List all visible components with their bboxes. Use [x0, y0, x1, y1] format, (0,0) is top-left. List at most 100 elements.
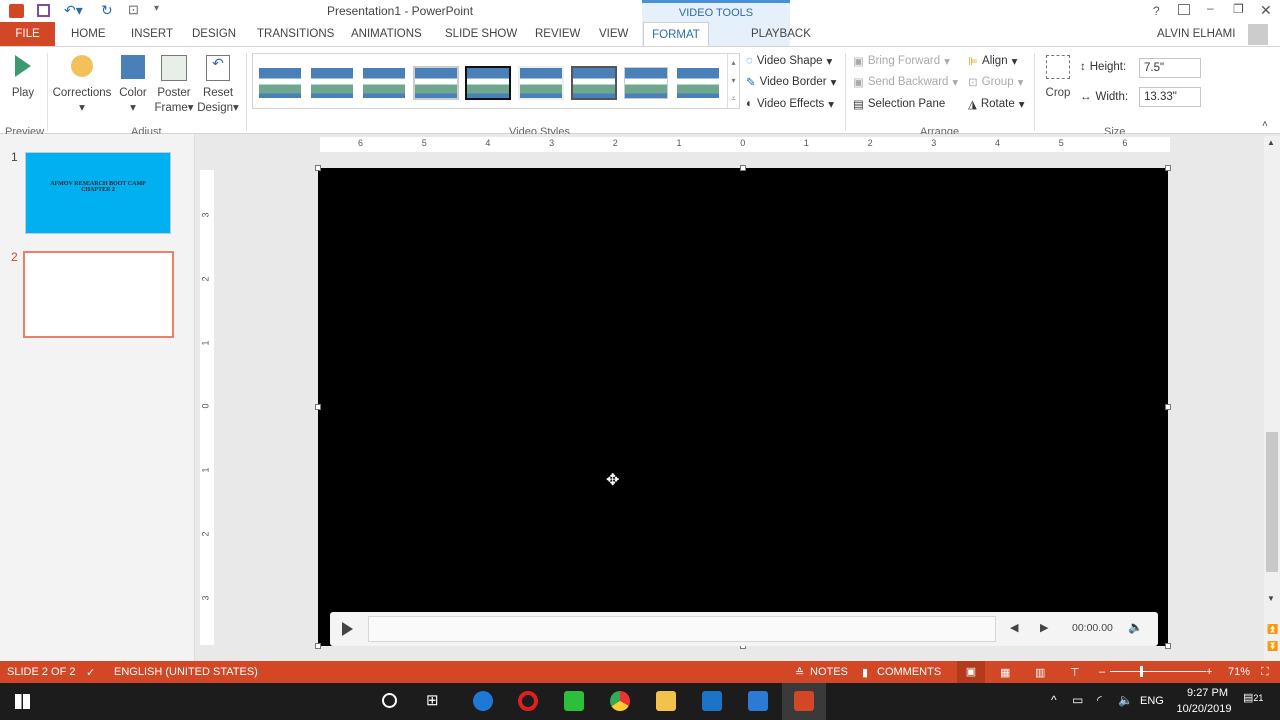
- video-styles-gallery[interactable]: ▴ ▾ ⩡: [252, 53, 740, 109]
- tab-format[interactable]: FORMAT: [643, 22, 709, 47]
- tab-playback[interactable]: PLAYBACK: [751, 28, 811, 40]
- corrections-button[interactable]: Corrections ▾: [52, 55, 112, 116]
- slide-show-button[interactable]: ⊤: [1070, 666, 1080, 679]
- tab-slide-show[interactable]: SLIDE SHOW: [445, 28, 517, 40]
- selection-pane-button[interactable]: ▤ Selection Pane: [853, 97, 945, 111]
- avatar[interactable]: [1248, 24, 1268, 45]
- media-play-button[interactable]: [342, 622, 353, 636]
- reading-view-button[interactable]: ▥: [1035, 666, 1045, 679]
- resize-handle[interactable]: [315, 404, 321, 410]
- video-style-thumb[interactable]: [520, 68, 562, 98]
- video-style-thumb[interactable]: [259, 68, 301, 98]
- bring-forward-button[interactable]: ▣ Bring Forward ▾: [853, 54, 950, 68]
- slide-sorter-button[interactable]: ▦: [1000, 666, 1010, 679]
- opera-icon[interactable]: [518, 691, 538, 711]
- height-input[interactable]: 7.5": [1139, 58, 1201, 78]
- action-center-icon[interactable]: ▤21: [1243, 691, 1263, 704]
- zoom-out-button[interactable]: –: [1099, 666, 1105, 678]
- scroll-thumb[interactable]: [1266, 432, 1278, 572]
- poster-frame-button[interactable]: Poster Frame▾: [154, 55, 194, 116]
- next-slide-icon[interactable]: ⏬: [1267, 641, 1278, 652]
- group-button[interactable]: ⊡ Group ▾: [968, 75, 1023, 89]
- video-style-thumb[interactable]: [311, 68, 353, 98]
- video-style-thumb[interactable]: [573, 68, 615, 98]
- video-shape-button[interactable]: ◌ Video Shape ▾: [746, 54, 832, 68]
- input-language[interactable]: ENG: [1140, 695, 1164, 707]
- color-button[interactable]: Color ▾: [118, 55, 148, 116]
- step-back-button[interactable]: ◀: [1010, 621, 1018, 634]
- vertical-scrollbar[interactable]: ▲ ▼ ⏫ ⏬: [1264, 136, 1280, 661]
- zoom-slider[interactable]: [1110, 666, 1206, 677]
- comments-button[interactable]: COMMENTS: [877, 666, 941, 678]
- video-style-thumb[interactable]: [363, 68, 405, 98]
- align-button[interactable]: ⊫ Align ▾: [968, 54, 1017, 68]
- spell-check-icon[interactable]: ✓: [86, 666, 95, 679]
- tab-home[interactable]: HOME: [71, 28, 106, 40]
- volume-tray-icon[interactable]: 🔈: [1118, 693, 1133, 707]
- tab-review[interactable]: REVIEW: [535, 28, 580, 40]
- language-indicator[interactable]: ENGLISH (UNITED STATES): [114, 666, 258, 678]
- cortana-icon[interactable]: [382, 693, 397, 708]
- windows-start-icon[interactable]: [15, 694, 30, 709]
- resize-handle[interactable]: [315, 165, 321, 171]
- video-style-thumb[interactable]: [677, 68, 719, 98]
- tab-design[interactable]: DESIGN: [192, 28, 236, 40]
- send-backward-button[interactable]: ▣ Send Backward ▾: [853, 75, 958, 89]
- battery-icon[interactable]: ▭: [1072, 693, 1083, 707]
- slide-thumbnail-1[interactable]: AFMOV RESEARCH BOOT CAMP CHAPTER 2: [25, 152, 171, 234]
- play-button[interactable]: Play: [10, 55, 36, 101]
- wifi-icon[interactable]: ◜: [1097, 693, 1102, 707]
- scroll-down-icon[interactable]: ▼: [1267, 594, 1275, 603]
- video-effects-button[interactable]: ◐ Video Effects ▾: [746, 97, 834, 111]
- reset-design-button[interactable]: ↶ Reset Design▾: [197, 55, 239, 116]
- gallery-scroll[interactable]: ▴ ▾ ⩡: [727, 54, 739, 108]
- step-forward-button[interactable]: ▶: [1040, 621, 1048, 634]
- video-border-button[interactable]: ✎ Video Border ▾: [746, 75, 836, 89]
- resize-handle[interactable]: [1165, 404, 1171, 410]
- slide-thumbnail-2[interactable]: [23, 251, 174, 338]
- clock-date[interactable]: 10/20/2019: [1173, 703, 1235, 715]
- restore-button[interactable]: ❐: [1233, 2, 1244, 16]
- fit-to-window-icon[interactable]: ⛶: [1261, 666, 1269, 679]
- video-style-thumb[interactable]: [467, 68, 509, 98]
- resize-handle[interactable]: [1165, 165, 1171, 171]
- crop-button[interactable]: Crop: [1042, 55, 1074, 101]
- chrome-icon[interactable]: [610, 691, 630, 711]
- previous-slide-icon[interactable]: ⏫: [1267, 624, 1278, 635]
- resize-handle[interactable]: [740, 165, 746, 171]
- normal-view-button[interactable]: ▣: [957, 661, 985, 683]
- teamviewer-icon[interactable]: [748, 691, 768, 711]
- tab-transitions[interactable]: TRANSITIONS: [257, 28, 334, 40]
- edge-icon[interactable]: [473, 691, 493, 711]
- powerpoint-taskbar-button[interactable]: [782, 683, 826, 720]
- video-style-thumb[interactable]: [625, 68, 667, 98]
- tab-view[interactable]: VIEW: [599, 28, 628, 40]
- notes-button[interactable]: NOTES: [810, 666, 848, 678]
- ribbon-display-options-icon[interactable]: [1178, 4, 1190, 15]
- video-placeholder[interactable]: ✥: [318, 168, 1168, 646]
- minimize-button[interactable]: –: [1207, 1, 1214, 15]
- volume-icon[interactable]: 🔈: [1128, 620, 1143, 634]
- scroll-up-icon[interactable]: ▲: [1267, 138, 1275, 147]
- resize-handle[interactable]: [315, 643, 321, 649]
- file-explorer-icon[interactable]: [656, 691, 676, 711]
- video-style-thumb[interactable]: [415, 68, 457, 98]
- zoom-slider-thumb[interactable]: [1140, 666, 1143, 677]
- close-button[interactable]: ✕: [1260, 2, 1272, 19]
- resize-handle[interactable]: [1165, 643, 1171, 649]
- help-button[interactable]: ?: [1153, 4, 1160, 18]
- seek-bar[interactable]: [368, 616, 996, 642]
- zoom-level[interactable]: 71%: [1228, 666, 1250, 678]
- clock-time[interactable]: 9:27 PM: [1180, 687, 1235, 699]
- trello-icon[interactable]: [702, 691, 722, 711]
- user-name[interactable]: ALVIN ELHAMI: [1157, 28, 1235, 40]
- collapse-ribbon-icon[interactable]: ˄: [1262, 119, 1268, 130]
- rotate-button[interactable]: ◮ Rotate ▾: [968, 97, 1025, 111]
- tab-insert[interactable]: INSERT: [131, 28, 173, 40]
- tab-animations[interactable]: ANIMATIONS: [351, 28, 422, 40]
- zoom-in-button[interactable]: +: [1206, 666, 1212, 678]
- task-view-icon[interactable]: ⊞: [426, 691, 439, 709]
- width-input[interactable]: 13.33": [1139, 87, 1201, 107]
- line-icon[interactable]: [564, 691, 584, 711]
- show-hidden-icons[interactable]: ^: [1051, 693, 1057, 707]
